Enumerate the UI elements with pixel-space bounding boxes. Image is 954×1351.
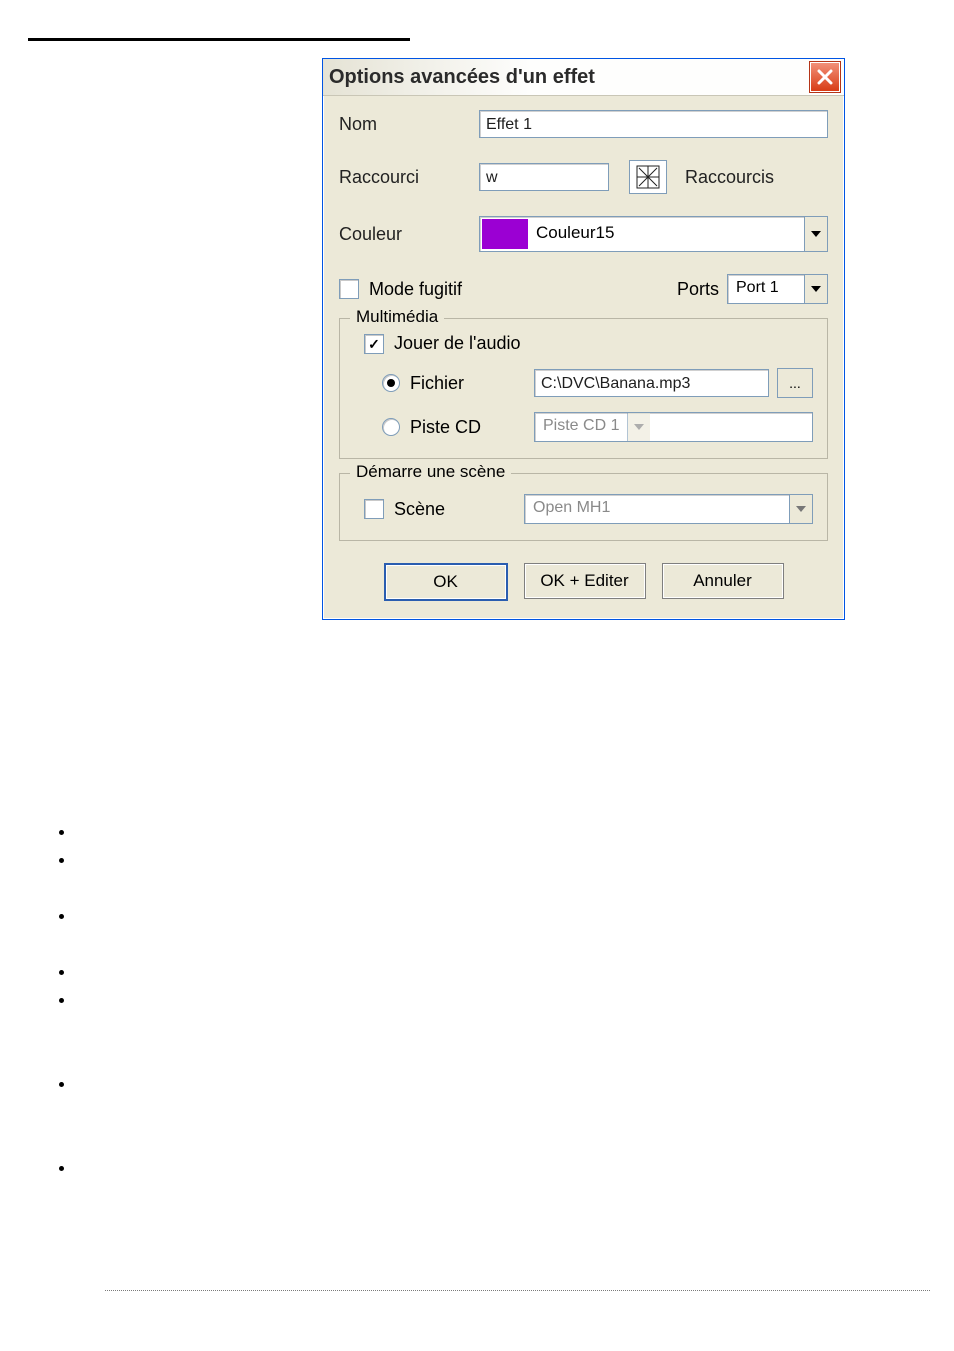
name-row: Nom Effet 1 — [339, 110, 828, 138]
play-audio-label: Jouer de l'audio — [394, 333, 521, 354]
section-rule — [28, 38, 410, 41]
ok-edit-button[interactable]: OK + Editer — [524, 563, 646, 599]
color-name: Couleur15 — [530, 217, 804, 251]
multimedia-legend: Multimédia — [350, 307, 444, 327]
dialog-title: Options avancées d'un effet — [329, 66, 595, 89]
shortcut-row: Raccourci w Raccourcis — [339, 160, 828, 194]
play-audio-checkbox[interactable]: Jouer de l'audio — [364, 333, 813, 354]
color-row: Couleur Couleur15 — [339, 216, 828, 252]
scene-row: Scène Open MH1 — [354, 494, 813, 524]
ports-value: Port 1 — [728, 275, 804, 303]
start-scene-group: Démarre une scène Scène Open MH1 — [339, 473, 828, 541]
shortcut-input[interactable]: w — [479, 163, 609, 191]
scene-label: Scène — [394, 499, 445, 520]
cd-track-row: Piste CD Piste CD 1 — [354, 412, 813, 442]
titlebar[interactable]: Options avancées d'un effet — [323, 59, 844, 96]
close-icon — [817, 69, 833, 85]
close-button[interactable] — [810, 62, 840, 92]
checkbox-box-icon — [364, 499, 384, 519]
radio-icon — [382, 374, 400, 392]
shortcut-picker-button[interactable] — [629, 160, 667, 194]
cancel-button[interactable]: Annuler — [662, 563, 784, 599]
file-radio[interactable]: Fichier — [382, 373, 534, 394]
scene-checkbox[interactable]: Scène — [364, 499, 524, 520]
cd-track-dropdown: Piste CD 1 — [534, 412, 813, 442]
dropdown-arrow-icon — [789, 495, 812, 523]
cd-track-radio[interactable]: Piste CD — [382, 417, 534, 438]
scene-dropdown: Open MH1 — [524, 494, 813, 524]
ports-dropdown[interactable]: Port 1 — [727, 274, 828, 304]
cd-track-radio-label: Piste CD — [410, 417, 481, 438]
dropdown-arrow-icon — [804, 275, 827, 303]
name-label: Nom — [339, 114, 479, 135]
name-input[interactable]: Effet 1 — [479, 110, 828, 138]
scene-value: Open MH1 — [525, 495, 789, 523]
color-label: Couleur — [339, 224, 479, 245]
cd-track-value: Piste CD 1 — [535, 413, 627, 441]
dropdown-arrow-icon — [627, 413, 650, 441]
shortcut-label: Raccourci — [339, 167, 479, 188]
ok-button[interactable]: OK — [384, 563, 508, 601]
browse-button[interactable]: ... — [777, 368, 813, 398]
dialog-buttons: OK OK + Editer Annuler — [339, 563, 828, 601]
color-swatch — [482, 219, 528, 249]
file-radio-label: Fichier — [410, 373, 464, 394]
file-path-input[interactable]: C:\DVC\Banana.mp3 — [534, 369, 769, 397]
footer-rule — [105, 1290, 930, 1291]
radio-icon — [382, 418, 400, 436]
checkbox-box-icon — [339, 279, 359, 299]
shortcuts-link[interactable]: Raccourcis — [685, 167, 774, 188]
mode-fugitif-label: Mode fugitif — [369, 279, 462, 300]
dropdown-arrow-icon — [804, 217, 827, 251]
effect-options-dialog: Options avancées d'un effet Nom Effet 1 … — [322, 58, 845, 620]
bullet-list — [56, 821, 76, 1185]
start-scene-legend: Démarre une scène — [350, 462, 511, 482]
keyboard-icon — [635, 164, 661, 190]
mode-ports-row: Mode fugitif Ports Port 1 — [339, 274, 828, 304]
checkbox-box-icon — [364, 334, 384, 354]
color-dropdown[interactable]: Couleur15 — [479, 216, 828, 252]
file-row: Fichier C:\DVC\Banana.mp3 ... — [354, 368, 813, 398]
ports-group: Ports Port 1 — [677, 274, 828, 304]
multimedia-group: Multimédia Jouer de l'audio Fichier C:\D… — [339, 318, 828, 459]
mode-fugitif-checkbox[interactable]: Mode fugitif — [339, 279, 462, 300]
ports-label: Ports — [677, 279, 719, 300]
